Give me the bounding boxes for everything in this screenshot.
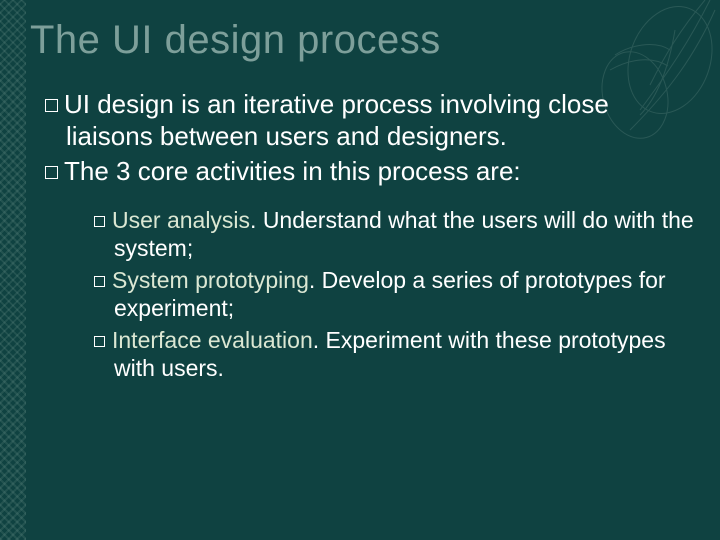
bullet-level2: System prototyping. Develop a series of … [94, 266, 700, 322]
slide-content: The UI design process UI design is an it… [30, 18, 700, 386]
square-bullet-icon [94, 216, 105, 227]
bullet-level1: The 3 core activities in this process ar… [30, 156, 700, 188]
sub-bullet-term: User analysis [112, 207, 250, 233]
square-bullet-icon [45, 166, 58, 179]
square-bullet-icon [94, 276, 105, 287]
sub-bullet-term: Interface evaluation [112, 327, 313, 353]
slide: The UI design process UI design is an it… [0, 0, 720, 540]
bullet-text: The 3 core activities in this process ar… [64, 156, 521, 186]
bullet-level2: Interface evaluation. Experiment with th… [94, 326, 700, 382]
decorative-left-stripe [0, 0, 26, 540]
sub-bullet-group: User analysis. Understand what the users… [30, 206, 700, 382]
bullet-level1: UI design is an iterative process involv… [30, 89, 700, 152]
slide-title: The UI design process [30, 18, 700, 63]
bullet-level2: User analysis. Understand what the users… [94, 206, 700, 262]
sub-bullet-term: System prototyping [112, 267, 309, 293]
square-bullet-icon [45, 99, 58, 112]
square-bullet-icon [94, 336, 105, 347]
bullet-text: UI design is an iterative process involv… [64, 89, 609, 151]
